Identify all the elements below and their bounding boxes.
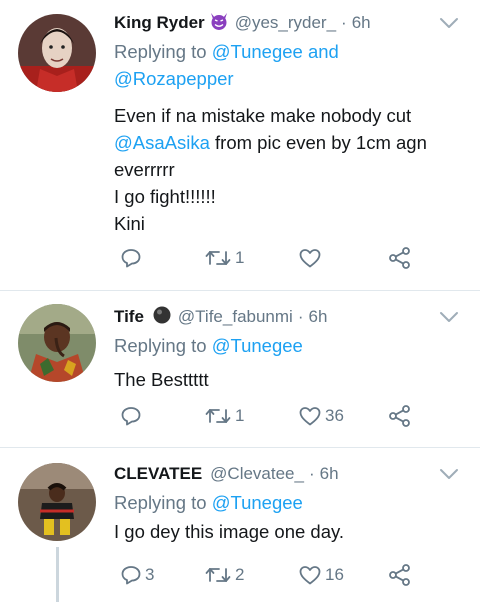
smiling-devil-emoji xyxy=(209,11,229,36)
timestamp[interactable]: 6h xyxy=(320,464,339,484)
avatar[interactable] xyxy=(18,14,96,92)
tweet-header: Tife @Tife_fabunmi · 6h xyxy=(114,302,460,332)
avatar[interactable] xyxy=(18,304,96,382)
like-icon xyxy=(299,249,321,268)
share-button[interactable] xyxy=(388,559,412,591)
retweet-icon xyxy=(205,568,231,582)
replying-to: Replying to @Tunegee and @Rozapepper xyxy=(114,41,339,89)
display-name[interactable]: CLEVATEE xyxy=(114,464,202,484)
user-handle[interactable]: @yes_ryder_ xyxy=(235,13,336,33)
retweet-icon xyxy=(205,251,231,265)
share-button[interactable] xyxy=(388,400,412,432)
retweet-icon xyxy=(205,409,231,423)
like-icon xyxy=(299,407,321,426)
tweet-header: CLEVATEE @Clevatee_ · 6h xyxy=(114,459,460,489)
tweet[interactable]: King Ryder @yes_ryder_ · 6h Replying to … xyxy=(0,0,480,290)
tweet[interactable]: CLEVATEE @Clevatee_ · 6h Replying to @Tu… xyxy=(0,447,480,602)
reply-icon xyxy=(121,407,141,426)
like-button[interactable]: 36 xyxy=(298,400,344,432)
like-icon xyxy=(299,566,321,585)
separator-dot: · xyxy=(297,307,304,326)
tweet-body: The Besttttt xyxy=(114,369,209,390)
chevron-down-icon[interactable] xyxy=(438,308,460,326)
separator-dot: · xyxy=(341,13,347,32)
mention-link[interactable]: @Tunegee xyxy=(212,41,303,62)
tweet-body: I go dey this image one day. xyxy=(114,521,345,542)
share-icon xyxy=(389,247,410,269)
tweet-header: King Ryder @yes_ryder_ · 6h xyxy=(114,8,460,38)
avatar[interactable] xyxy=(18,463,96,541)
timestamp[interactable]: 6h xyxy=(352,13,371,33)
timestamp[interactable]: 6h xyxy=(309,307,328,327)
tweet-body: Even if na mistake make nobody cut @AsaA… xyxy=(114,105,427,234)
mention-link[interactable]: @Tunegee xyxy=(212,335,303,356)
thread-line xyxy=(56,547,59,602)
tweet-actions: 3 2 16 xyxy=(114,559,434,591)
retweet-button[interactable]: 1 xyxy=(204,400,244,432)
chevron-down-icon[interactable] xyxy=(438,465,460,483)
share-icon xyxy=(389,405,410,427)
share-button[interactable] xyxy=(388,242,412,274)
reply-button[interactable]: 3 xyxy=(120,559,154,591)
user-handle[interactable]: @Clevatee_ xyxy=(210,464,304,484)
tweet-actions: 1 xyxy=(114,242,434,274)
mention-link[interactable]: @Tunegee xyxy=(212,492,303,513)
replying-and: and xyxy=(307,41,339,62)
reply-icon xyxy=(121,566,141,585)
like-button[interactable] xyxy=(298,242,325,274)
user-handle[interactable]: @Tife_fabunmi xyxy=(178,307,293,327)
share-icon xyxy=(389,564,410,586)
tweet-actions: 1 36 xyxy=(114,400,434,432)
mention-link[interactable]: @Rozapepper xyxy=(114,68,234,89)
chevron-down-icon[interactable] xyxy=(438,14,460,32)
tweet[interactable]: Tife @Tife_fabunmi · 6h Replying to @Tun… xyxy=(0,290,480,447)
replying-to: Replying to @Tunegee xyxy=(114,335,303,356)
like-button[interactable]: 16 xyxy=(298,559,344,591)
display-name[interactable]: Tife xyxy=(114,307,144,327)
black-circle-emoji xyxy=(152,305,172,330)
reply-button[interactable] xyxy=(120,400,145,432)
replying-to: Replying to @Tunegee xyxy=(114,492,303,513)
display-name[interactable]: King Ryder xyxy=(114,13,205,33)
separator-dot: · xyxy=(308,464,315,483)
retweet-button[interactable]: 1 xyxy=(204,242,244,274)
reply-icon xyxy=(121,249,141,268)
mention-link[interactable]: @AsaAsika xyxy=(114,132,210,153)
reply-button[interactable] xyxy=(120,242,145,274)
retweet-button[interactable]: 2 xyxy=(204,559,244,591)
